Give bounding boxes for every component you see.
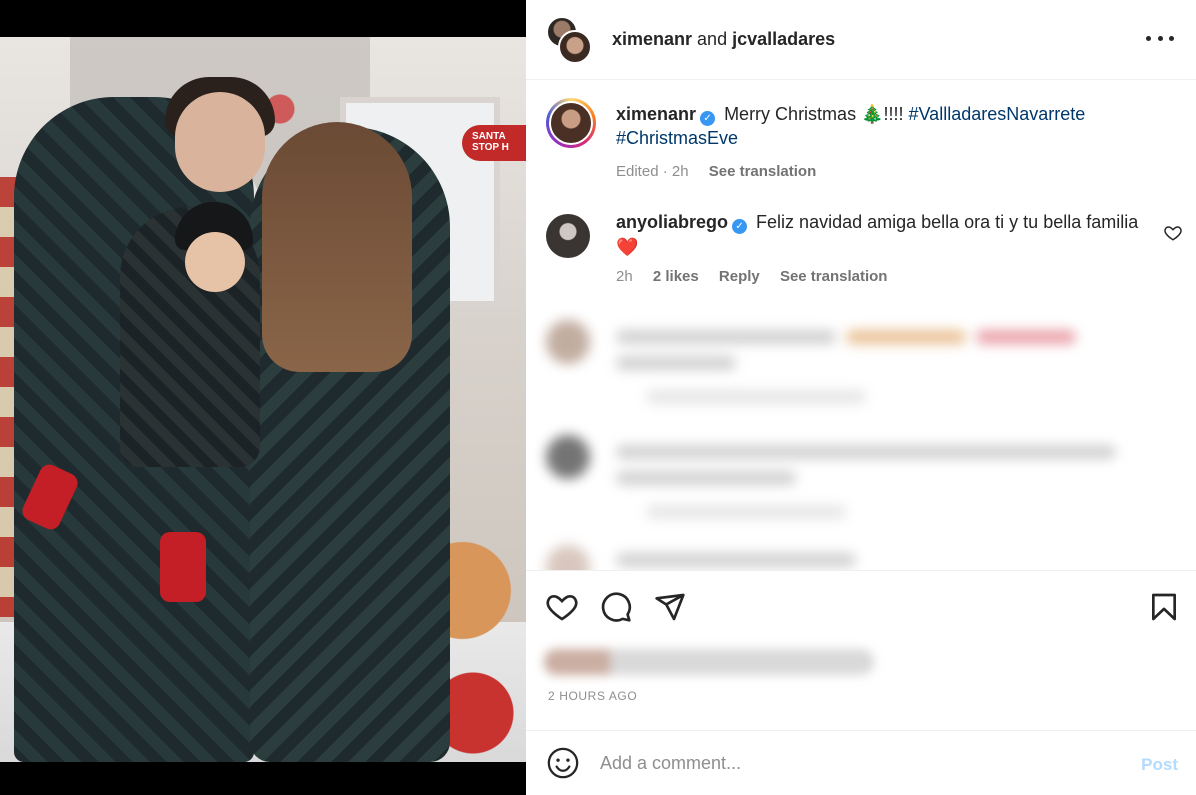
- share-icon[interactable]: [654, 591, 686, 623]
- caption-username[interactable]: ximenanr: [616, 104, 696, 124]
- author-link[interactable]: jcvalladares: [732, 29, 835, 49]
- post-header: ximenanr and jcvalladares: [526, 0, 1196, 80]
- see-translation-button[interactable]: See translation: [709, 163, 817, 180]
- avatar: [558, 29, 592, 64]
- post-photo[interactable]: SANTA STOP H: [0, 37, 526, 762]
- verified-badge-icon: ✓: [700, 111, 716, 126]
- comment-input[interactable]: [600, 752, 1120, 774]
- emoji-icon[interactable]: [546, 746, 580, 780]
- comment-time: 2h: [616, 268, 633, 285]
- collab-avatars[interactable]: [546, 15, 594, 64]
- comments-section[interactable]: ximenanr ✓ Merry Christmas 🎄!!!! #Valllad…: [526, 80, 1196, 570]
- post-comment-button[interactable]: Post: [1141, 755, 1178, 775]
- avatar[interactable]: [546, 214, 590, 258]
- post-caption: ximenanr ✓ Merry Christmas 🎄!!!! #Valllad…: [546, 98, 1186, 184]
- comment-likes-link[interactable]: 2 likes: [653, 268, 699, 285]
- comment-text: Feliz navidad amiga bella ora ti y tu be…: [756, 212, 1139, 232]
- post-actions: 2 HOURS AGO: [526, 570, 1196, 730]
- hashtag-link[interactable]: #ChristmasEve: [616, 128, 738, 148]
- reply-button[interactable]: Reply: [719, 268, 760, 285]
- liked-by-blurred: [544, 649, 874, 675]
- see-translation-button[interactable]: See translation: [780, 268, 888, 285]
- post-side-panel: ximenanr and jcvalladares ximenanr ✓ Merr…: [526, 0, 1196, 795]
- add-comment-bar: Post: [526, 730, 1196, 795]
- blurred-comment: [546, 435, 1186, 535]
- photo-panel: SANTA STOP H: [0, 0, 526, 795]
- caption-edited: Edited · 2h: [616, 163, 689, 180]
- avatar[interactable]: [546, 98, 596, 148]
- blurred-comment: [546, 545, 1186, 570]
- post-timestamp: 2 HOURS AGO: [548, 689, 638, 703]
- bookmark-icon[interactable]: [1148, 591, 1180, 623]
- like-comment-icon[interactable]: [1164, 224, 1182, 242]
- heart-emoji: ❤️: [616, 237, 639, 257]
- santa-sign: SANTA STOP H: [462, 125, 526, 161]
- like-icon[interactable]: [546, 591, 578, 623]
- author-link[interactable]: ximenanr: [612, 29, 692, 49]
- comment-item: anyoliabrego ✓ Feliz navidad amiga bella …: [546, 210, 1186, 285]
- caption-text: Merry Christmas 🎄!!!!: [724, 104, 904, 124]
- blurred-comment: [546, 320, 1186, 420]
- hashtag-link[interactable]: #VallladaresNavarrete: [909, 104, 1086, 124]
- more-options-icon[interactable]: [1146, 28, 1174, 48]
- post-authors: ximenanr and jcvalladares: [612, 29, 836, 49]
- comment-username[interactable]: anyoliabrego: [616, 212, 728, 232]
- verified-badge-icon: ✓: [732, 219, 748, 234]
- comment-icon[interactable]: [600, 591, 632, 623]
- instagram-post-view: SANTA STOP H ximenanr and jcvalladares x…: [0, 0, 1196, 795]
